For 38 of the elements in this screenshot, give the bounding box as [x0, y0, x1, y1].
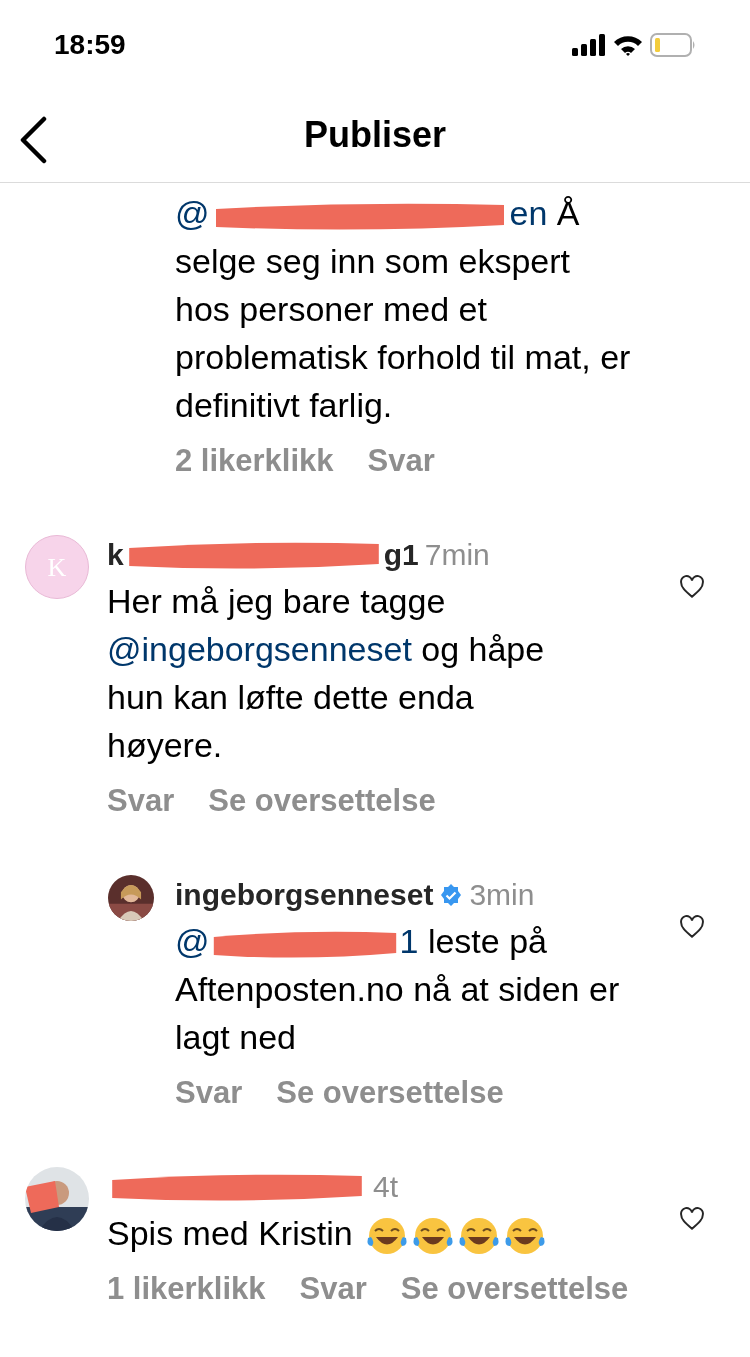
wifi-icon: [613, 34, 643, 56]
status-time: 18:59: [54, 28, 126, 62]
comment-action[interactable]: 1 likerklikk: [107, 1269, 266, 1309]
username[interactable]: ingeborgsenneset: [175, 875, 434, 915]
laughing-tears-emoji-icon: [504, 1216, 547, 1256]
comment-time: 7min: [424, 537, 490, 573]
comment-action[interactable]: Svar: [299, 1269, 367, 1309]
comment-action[interactable]: 2 likerklikk: [175, 441, 334, 481]
comment-action[interactable]: Svar: [367, 441, 435, 481]
laughing-tears-emoji-icon: [366, 1216, 409, 1256]
comment-action[interactable]: Se oversettelse: [276, 1073, 504, 1113]
mention-link[interactable]: @: [175, 194, 210, 232]
comment-action[interactable]: Se oversettelse: [400, 1269, 629, 1309]
back-icon: [18, 116, 48, 164]
laughing-tears-emoji-icon: [458, 1216, 501, 1256]
comment-text: Spis med Kristin: [107, 1209, 563, 1257]
comment-action[interactable]: Se oversettelse: [208, 781, 436, 821]
comment-text: @ en Å selge seg inn som ekspert hos personer med et problematisk forhold til mat, er definitivt farlig.: [175, 193, 631, 426]
page-title: Publiser: [303, 113, 447, 157]
comment-action[interactable]: Svar: [107, 781, 175, 821]
laughing-tears-emoji-icon: [412, 1216, 455, 1256]
comment-text: @ 1 leste på Aftenposten.no nå at siden er lagt ned: [175, 921, 621, 1058]
mention-link[interactable]: en: [509, 194, 548, 232]
comment-time: 3min: [469, 877, 535, 913]
comment-time: 4t: [373, 1169, 399, 1205]
mention-link[interactable]: 1: [399, 922, 419, 960]
username[interactable]: g1: [383, 535, 419, 575]
username[interactable]: k: [107, 535, 124, 575]
signal-icon: [572, 34, 606, 56]
comment-action[interactable]: Svar: [175, 1073, 243, 1113]
comment-text: Her må jeg bare tagge @ingeborgsenneset og håpe hun kan løfte dette enda høyere.: [107, 581, 546, 766]
mention-link[interactable]: @: [175, 922, 210, 960]
mention-link[interactable]: @ingeborgsenneset: [107, 630, 412, 668]
heart-icon[interactable]: [679, 575, 705, 599]
heart-icon[interactable]: [679, 1207, 705, 1231]
back-button[interactable]: [18, 116, 48, 164]
battery-icon: [650, 33, 696, 57]
heart-icon[interactable]: [679, 915, 705, 939]
